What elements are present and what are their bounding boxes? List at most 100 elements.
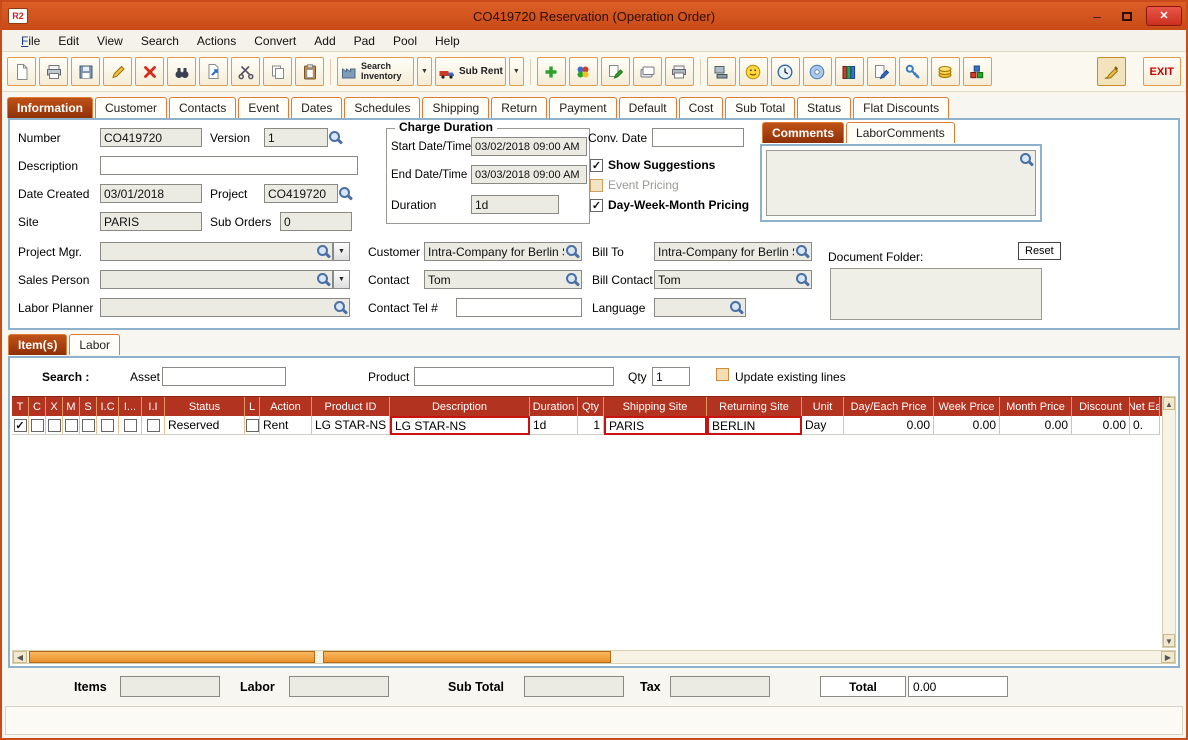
minimize-button[interactable]: – xyxy=(1086,9,1108,24)
contact-search-icon[interactable] xyxy=(565,272,580,287)
print-button[interactable] xyxy=(39,57,68,86)
menu-view[interactable]: View xyxy=(88,32,132,50)
items-total-field[interactable] xyxy=(120,676,220,697)
coins-button[interactable] xyxy=(930,57,960,86)
menu-search[interactable]: Search xyxy=(132,32,188,50)
cell-duration[interactable]: 1d xyxy=(530,416,578,435)
row-checkbox-s[interactable] xyxy=(81,418,95,432)
books-button[interactable] xyxy=(834,57,864,86)
col-discount[interactable]: Discount xyxy=(1072,397,1130,416)
workstation-button[interactable] xyxy=(706,57,736,86)
sub-orders-field[interactable] xyxy=(280,212,352,231)
sales-person-search-icon[interactable] xyxy=(316,272,331,287)
product-input[interactable] xyxy=(414,367,614,386)
col-description[interactable]: Description xyxy=(390,397,530,416)
menu-convert[interactable]: Convert xyxy=(245,32,305,50)
col-unit[interactable]: Unit xyxy=(802,397,844,416)
tab-contacts[interactable]: Contacts xyxy=(169,97,237,118)
col-duration[interactable]: Duration xyxy=(530,397,578,416)
tab-shipping[interactable]: Shipping xyxy=(422,97,490,118)
row-checkbox-ii[interactable] xyxy=(146,418,160,432)
col-t[interactable]: T xyxy=(12,397,29,416)
tab-customer[interactable]: Customer xyxy=(95,97,168,118)
duration-field[interactable] xyxy=(471,195,559,214)
show-suggestions-checkbox[interactable]: ✓ xyxy=(590,158,603,172)
col-status[interactable]: Status xyxy=(165,397,245,416)
project-mgr-dropdown[interactable]: ▼ xyxy=(333,242,350,261)
cell-ii[interactable] xyxy=(142,416,165,435)
comments-textarea[interactable] xyxy=(766,150,1036,216)
close-button[interactable]: ✕ xyxy=(1146,6,1182,26)
update-existing-checkbox[interactable] xyxy=(716,368,729,381)
tab-comments[interactable]: Comments xyxy=(762,122,845,143)
document-folder-textarea[interactable] xyxy=(830,268,1042,320)
scroll-down-arrow[interactable]: ▼ xyxy=(1163,634,1175,647)
col-returning-site[interactable]: Returning Site xyxy=(707,397,802,416)
comments-search-icon[interactable] xyxy=(1019,152,1034,167)
delete-button[interactable] xyxy=(135,57,164,86)
col-ii[interactable]: I.I xyxy=(142,397,165,416)
search-inventory-button[interactable]: Search Inventory xyxy=(337,57,414,86)
table-row[interactable]: ✓ Reserved Rent LG STAR-NS LG STAR-NS 1d… xyxy=(12,416,1162,435)
asset-input[interactable] xyxy=(162,367,286,386)
col-action[interactable]: Action xyxy=(260,397,312,416)
cell-description[interactable]: LG STAR-NS xyxy=(390,416,530,435)
row-checkbox-ic[interactable] xyxy=(101,418,114,432)
cell-m[interactable] xyxy=(63,416,80,435)
cell-c[interactable] xyxy=(29,416,46,435)
cell-net-each[interactable]: 0. xyxy=(1130,416,1160,435)
qty-input[interactable] xyxy=(652,367,690,386)
cell-shipping-site[interactable]: PARIS xyxy=(604,416,707,435)
sub-rent-dropdown[interactable]: ▼ xyxy=(508,57,524,86)
search-inventory-dropdown[interactable]: ▼ xyxy=(417,57,432,86)
tab-default[interactable]: Default xyxy=(618,97,677,118)
notes-button[interactable] xyxy=(600,57,630,86)
col-c[interactable]: C xyxy=(29,397,46,416)
scroll-thumb-left[interactable] xyxy=(29,651,315,663)
tax-field[interactable] xyxy=(670,676,770,697)
cell-ic[interactable] xyxy=(97,416,119,435)
copy-button[interactable] xyxy=(263,57,292,86)
reset-button[interactable]: Reset xyxy=(1018,242,1061,260)
new-button[interactable] xyxy=(7,57,36,86)
event-pricing-checkbox[interactable] xyxy=(590,178,603,192)
tab-return[interactable]: Return xyxy=(491,97,548,118)
tab-labor-comments[interactable]: LaborComments xyxy=(846,122,955,143)
bill-contact-field[interactable] xyxy=(654,270,812,289)
row-checkbox-m[interactable] xyxy=(64,418,78,432)
scroll-up-arrow[interactable]: ▲ xyxy=(1163,397,1175,410)
labor-planner-search-icon[interactable] xyxy=(333,300,348,315)
cell-product-id[interactable]: LG STAR-NS xyxy=(312,416,390,435)
cell-action[interactable]: Rent xyxy=(260,416,312,435)
contact-field[interactable] xyxy=(424,270,582,289)
disc-button[interactable] xyxy=(802,57,832,86)
end-datetime-field[interactable] xyxy=(471,165,587,184)
tab-event[interactable]: Event xyxy=(238,97,290,118)
col-month-price[interactable]: Month Price xyxy=(1000,397,1072,416)
cell-returning-site[interactable]: BERLIN xyxy=(707,416,802,435)
labor-total-field[interactable] xyxy=(289,676,389,697)
row-checkbox-x[interactable] xyxy=(47,418,61,432)
project-field[interactable] xyxy=(264,184,338,203)
menu-pad[interactable]: Pad xyxy=(345,32,384,50)
cell-i2[interactable] xyxy=(119,416,142,435)
menu-add[interactable]: Add xyxy=(305,32,344,50)
project-mgr-search-icon[interactable] xyxy=(316,244,331,259)
cell-l[interactable] xyxy=(245,416,260,435)
key-button[interactable] xyxy=(898,57,928,86)
conv-date-field[interactable] xyxy=(652,128,744,147)
language-search-icon[interactable] xyxy=(729,300,744,315)
col-s[interactable]: S xyxy=(80,397,97,416)
col-shipping-site[interactable]: Shipping Site xyxy=(604,397,707,416)
tab-information[interactable]: Information xyxy=(7,97,93,118)
row-checkbox-t[interactable]: ✓ xyxy=(13,418,27,432)
menu-help[interactable]: Help xyxy=(426,32,469,50)
cell-discount[interactable]: 0.00 xyxy=(1072,416,1130,435)
cell-t[interactable]: ✓ xyxy=(12,416,29,435)
print-list-button[interactable] xyxy=(664,57,694,86)
horizontal-scrollbar[interactable]: ◀ ▶ xyxy=(12,650,1176,664)
maximize-button[interactable] xyxy=(1116,9,1138,24)
col-day-each-price[interactable]: Day/Each Price xyxy=(844,397,934,416)
date-created-field[interactable] xyxy=(100,184,202,203)
bill-contact-search-icon[interactable] xyxy=(795,272,810,287)
